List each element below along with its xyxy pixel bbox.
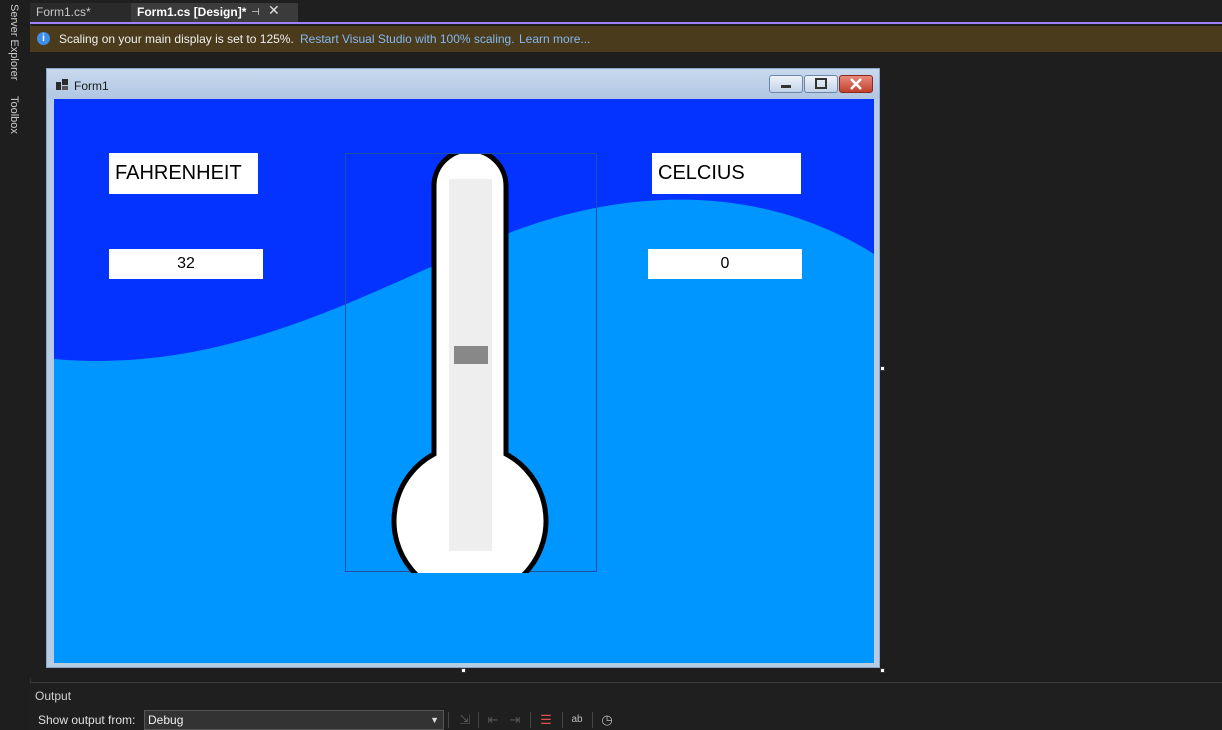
toolbar-separator bbox=[592, 712, 593, 728]
maximize-button[interactable] bbox=[804, 75, 838, 93]
learn-more-link[interactable]: Learn more... bbox=[519, 26, 590, 52]
minimize-button[interactable] bbox=[769, 75, 803, 93]
fahrenheit-label: FAHRENHEIT bbox=[109, 153, 258, 194]
form-titlebar: Form1 bbox=[47, 69, 879, 99]
form-title: Form1 bbox=[74, 79, 109, 93]
output-source-dropdown[interactable]: Debug ▼ bbox=[144, 710, 444, 730]
fahrenheit-input[interactable]: 32 bbox=[109, 249, 263, 279]
toolbar-separator bbox=[530, 712, 531, 728]
toolbar-separator bbox=[448, 712, 449, 728]
toolbox-tab[interactable]: Toolbox bbox=[8, 96, 20, 134]
maximize-icon bbox=[815, 78, 827, 89]
celsius-label: CELCIUS bbox=[652, 153, 801, 194]
thermometer-icon bbox=[391, 147, 549, 600]
output-panel: Output Show output from: Debug ▼ ⇲ ⇤ ⇥ ☰… bbox=[30, 682, 1222, 730]
previous-message-icon[interactable]: ⇤ bbox=[484, 711, 502, 729]
celsius-input[interactable]: 0 bbox=[648, 249, 802, 279]
minimize-icon bbox=[781, 85, 791, 88]
toolbar-separator bbox=[478, 712, 479, 728]
scaling-info-bar: i Scaling on your main display is set to… bbox=[30, 26, 1222, 52]
document-tab-strip: Form1.cs* Form1.cs [Design]* ⊣ ✕ bbox=[30, 0, 1222, 24]
info-message: Scaling on your main display is set to 1… bbox=[59, 32, 294, 46]
thermometer-control[interactable] bbox=[345, 147, 597, 600]
close-icon[interactable]: ✕ bbox=[268, 3, 280, 19]
next-message-icon[interactable]: ⇥ bbox=[506, 711, 524, 729]
form-app-icon bbox=[56, 79, 68, 90]
output-title: Output bbox=[35, 689, 72, 703]
resize-handle-right[interactable] bbox=[880, 366, 885, 371]
thermometer-tube bbox=[449, 179, 492, 551]
info-icon: i bbox=[37, 32, 50, 45]
toolbar-separator bbox=[562, 712, 563, 728]
mercury-level bbox=[454, 346, 488, 364]
resize-handle-bottom[interactable] bbox=[461, 668, 466, 673]
close-window-button[interactable] bbox=[839, 75, 873, 93]
clock-icon[interactable]: ◷ bbox=[598, 711, 616, 729]
side-tool-strip: Server Explorer Toolbox bbox=[0, 0, 31, 729]
clear-all-icon[interactable]: ☰ bbox=[537, 711, 555, 729]
output-source-value: Debug bbox=[148, 713, 184, 727]
close-x-icon bbox=[850, 78, 862, 90]
form-client-area: FAHRENHEIT CELCIUS 32 0 bbox=[54, 99, 874, 663]
form-window[interactable]: Form1 FAHRENHEIT CELCIUS 32 0 bbox=[46, 68, 880, 668]
resize-handle-corner[interactable] bbox=[880, 668, 885, 673]
show-output-from-label: Show output from: bbox=[38, 713, 136, 727]
restart-scaling-link[interactable]: Restart Visual Studio with 100% scaling. bbox=[300, 26, 515, 52]
word-wrap-icon[interactable]: ab bbox=[568, 711, 586, 729]
server-explorer-tab[interactable]: Server Explorer bbox=[8, 4, 20, 80]
chevron-down-icon: ▼ bbox=[430, 715, 439, 725]
tab-form1-code[interactable]: Form1.cs* bbox=[30, 3, 136, 22]
pin-icon[interactable]: ⊣ bbox=[251, 7, 260, 18]
find-message-icon[interactable]: ⇲ bbox=[456, 711, 474, 729]
